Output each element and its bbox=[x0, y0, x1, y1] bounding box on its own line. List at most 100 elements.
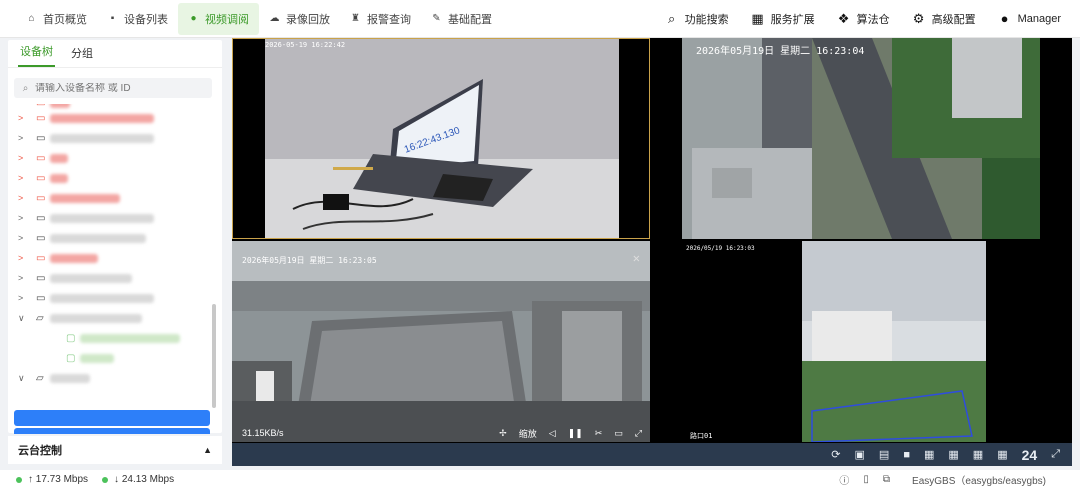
video-window-3[interactable]: 2026年05月19日 星期二 16:23:05 ✕ 31.15KB/s ✢ 缩… bbox=[232, 241, 650, 442]
folder-icon: ▭ bbox=[36, 132, 46, 144]
ptz-control-header[interactable]: 云台控制 ▲ bbox=[8, 436, 222, 464]
nav-home[interactable]: ⌂ 首页概览 bbox=[16, 3, 97, 35]
tree-row[interactable]: > ▭ bbox=[8, 188, 222, 208]
nav-algorithm-store[interactable]: ❖ 算法仓 bbox=[826, 3, 901, 35]
upload-rate: 17.73 Mbps bbox=[35, 474, 89, 485]
fullscreen-icon[interactable]: ⤢ bbox=[635, 428, 642, 439]
chevron-right-icon: > bbox=[18, 113, 24, 123]
redacted-label bbox=[50, 373, 90, 383]
timestamp-overlay: 2026年05月19日 星期二 16:23:05 bbox=[242, 256, 377, 265]
tree-child-row[interactable]: ▢ bbox=[8, 328, 222, 348]
layout-1-icon[interactable]: ■ bbox=[903, 449, 910, 461]
top-navigation-bar: ⌂ 首页概览 ▪ 设备列表 ● 视频调阅 ☁ 录像回放 ♜ 报警查询 ✎ 基础配置 ⌕ 功能搜… bbox=[0, 0, 1080, 38]
tree-row[interactable]: > ▭ bbox=[8, 288, 222, 308]
redacted-label bbox=[50, 213, 154, 223]
folder-icon: ▭ bbox=[36, 232, 46, 244]
gift-icon[interactable]: ▣ bbox=[855, 448, 865, 461]
redacted-label bbox=[80, 333, 180, 343]
video-window-2[interactable]: 2026年05月19日 星期二 16:23:04 bbox=[652, 38, 1072, 239]
device-search-input[interactable] bbox=[35, 82, 205, 94]
lock-icon[interactable]: ▤ bbox=[879, 448, 889, 461]
document-icon[interactable]: ▯ bbox=[863, 474, 869, 485]
tree-row-expanded[interactable]: ∨ ▱ bbox=[8, 368, 222, 388]
close-icon[interactable]: ✕ bbox=[633, 251, 640, 265]
nav-alarm-query[interactable]: ♜ 报警查询 bbox=[340, 3, 421, 35]
layout-4-icon[interactable]: ▦ bbox=[924, 448, 934, 461]
tree-scrollbar[interactable] bbox=[212, 304, 216, 408]
timestamp-overlay: 2026年05月19日 星期二 16:23:04 bbox=[696, 46, 865, 57]
nav-user-menu[interactable]: ● Manager bbox=[987, 3, 1072, 35]
device-tree: ▭ >▭ >▭ >▭ >▭ >▭ >▭ >▭ >▭ >▭ >▭ ∨▱ ▢ ▢ ∨… bbox=[8, 104, 222, 434]
folder-open-icon: ▱ bbox=[36, 372, 44, 384]
chevron-down-icon: ∨ bbox=[18, 312, 25, 323]
nav-feature-search[interactable]: ⌕ 功能搜索 bbox=[654, 3, 740, 35]
layout-9-icon[interactable]: ▦ bbox=[973, 448, 983, 461]
tree-row[interactable]: > ▭ bbox=[8, 248, 222, 268]
zoom-button[interactable]: 缩放 bbox=[519, 427, 537, 440]
mute-icon[interactable]: ◁ bbox=[549, 428, 556, 439]
collapse-arrow-icon[interactable]: ▲ bbox=[203, 445, 212, 455]
chevron-right-icon: > bbox=[18, 173, 24, 183]
refresh-icon[interactable]: ⟳ bbox=[831, 448, 840, 461]
chevron-down-icon: ∨ bbox=[18, 372, 25, 383]
ptz-icon[interactable]: ✢ bbox=[499, 428, 507, 439]
video-window-1[interactable]: 2026-05-19 16:22:42 16:22:43.130 bbox=[232, 38, 650, 239]
chevron-right-icon: > bbox=[18, 193, 24, 203]
tree-child-row[interactable]: ▢ bbox=[8, 348, 222, 368]
tree-row[interactable]: > ▭ bbox=[8, 148, 222, 168]
bitrate-label: 31.15KB/s bbox=[242, 428, 284, 438]
tree-row[interactable]: > ▭ bbox=[8, 268, 222, 288]
chevron-right-icon: > bbox=[18, 253, 24, 263]
tree-row-expanded[interactable]: ∨ ▱ bbox=[8, 308, 222, 328]
tree-row[interactable]: > ▭ bbox=[8, 128, 222, 148]
selected-channel-row[interactable] bbox=[14, 410, 210, 426]
search-icon: ⌕ bbox=[667, 10, 676, 26]
tab-device-tree[interactable]: 设备树 bbox=[18, 43, 55, 67]
selected-channel-row[interactable] bbox=[14, 428, 210, 434]
video-frame-aerial-street bbox=[682, 38, 1040, 239]
redacted-label bbox=[80, 353, 114, 363]
status-dot bbox=[102, 476, 109, 483]
help-icon[interactable]: ⓘ bbox=[839, 472, 849, 487]
chevron-right-icon: > bbox=[18, 133, 24, 143]
nav-basic-config[interactable]: ✎ 基础配置 bbox=[421, 3, 502, 35]
fullscreen-icon[interactable]: ⤢ bbox=[1051, 448, 1060, 461]
server-info: EasyGBS（easygbs/easygbs) bbox=[912, 476, 1046, 487]
layout-6-icon[interactable]: ▦ bbox=[948, 448, 958, 461]
chevron-right-icon: > bbox=[18, 293, 24, 303]
nav-service-extension[interactable]: ▦ 服务扩展 bbox=[740, 3, 826, 35]
video-window-4[interactable]: 2026/05/19 16:23:03 路口01 bbox=[652, 241, 1072, 442]
play-circle-icon: ● bbox=[190, 13, 197, 24]
nav-playback[interactable]: ☁ 录像回放 bbox=[259, 3, 340, 35]
layout-16-icon[interactable]: ▦ bbox=[997, 448, 1007, 461]
search-icon: ⌕ bbox=[22, 82, 29, 94]
video-frame-city-skyline bbox=[232, 241, 650, 442]
tree-row[interactable]: > ▭ bbox=[8, 108, 222, 128]
tree-row[interactable]: > ▭ bbox=[8, 208, 222, 228]
chevron-right-icon: > bbox=[18, 213, 24, 223]
screenshot-icon[interactable]: ✂ bbox=[595, 428, 603, 439]
folder-icon: ▭ bbox=[36, 252, 46, 264]
nav-device-list[interactable]: ▪ 设备列表 bbox=[97, 3, 178, 35]
sidebar: 设备树 分组 ⌕ ▭ >▭ >▭ >▭ >▭ >▭ >▭ >▭ >▭ >▭ >▭… bbox=[0, 38, 232, 466]
right-nav: ⌕ 功能搜索 ▦ 服务扩展 ❖ 算法仓 ⚙ 高级配置 ● Manager bbox=[654, 0, 1080, 37]
folder-icon: ▭ bbox=[36, 292, 46, 304]
redacted-label bbox=[50, 253, 98, 263]
redacted-label bbox=[50, 193, 120, 203]
edit-icon: ✎ bbox=[432, 13, 441, 24]
main-nav: ⌂ 首页概览 ▪ 设备列表 ● 视频调阅 ☁ 录像回放 ♜ 报警查询 ✎ 基础配置 bbox=[0, 0, 502, 37]
tree-row[interactable]: > ▭ bbox=[8, 228, 222, 248]
window-count[interactable]: 24 bbox=[1022, 447, 1038, 463]
nav-advanced-config[interactable]: ⚙ 高级配置 bbox=[901, 3, 987, 35]
upload-arrow-icon: ↑ bbox=[28, 474, 33, 485]
channel-name-overlay: 路口01 bbox=[690, 432, 713, 440]
external-link-icon[interactable]: ⧉ bbox=[883, 474, 890, 485]
home-icon: ⌂ bbox=[28, 13, 35, 24]
timestamp-overlay: 2026/05/19 16:23:03 bbox=[686, 245, 755, 252]
tree-row[interactable]: > ▭ bbox=[8, 168, 222, 188]
pause-icon[interactable]: ❚❚ bbox=[568, 428, 583, 439]
record-icon[interactable]: ▭ bbox=[614, 428, 623, 439]
nav-video-view[interactable]: ● 视频调阅 bbox=[178, 2, 259, 35]
chevron-right-icon: > bbox=[18, 273, 24, 283]
tab-group[interactable]: 分组 bbox=[69, 45, 95, 67]
